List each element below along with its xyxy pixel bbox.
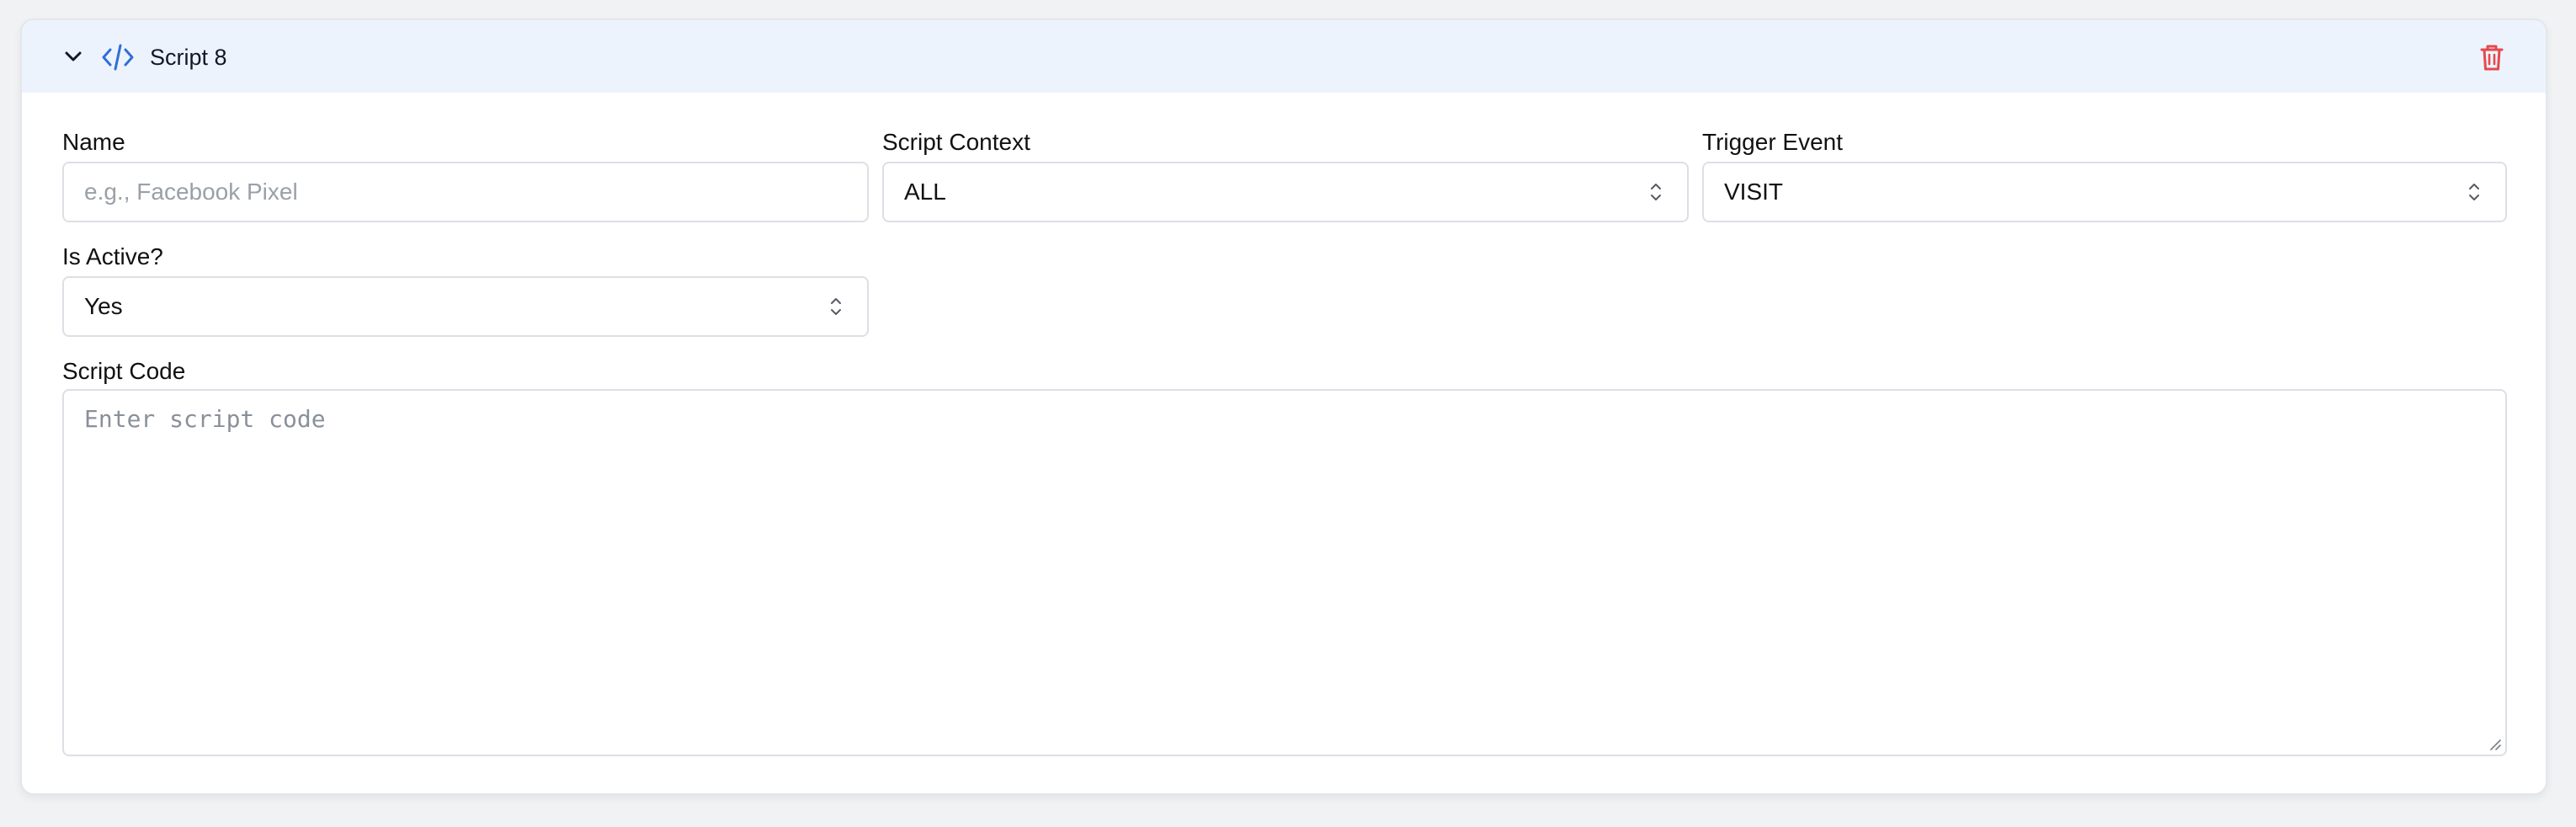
select-updown-icon: [2469, 184, 2479, 200]
script-title: Script 8: [150, 45, 227, 70]
select-updown-icon: [1651, 184, 1661, 200]
trigger-event-label: Trigger Event: [1702, 129, 1844, 155]
name-label: Name: [62, 129, 125, 155]
script-context-label: Script Context: [882, 129, 1030, 155]
resize-grip-icon[interactable]: [2487, 736, 2502, 751]
trash-icon[interactable]: [2475, 40, 2509, 74]
script-card: Script 8 Name e.g., Facebook Pixel Scrip…: [20, 19, 2547, 795]
select-updown-icon: [831, 298, 841, 315]
script-code-placeholder: Enter script code: [84, 405, 326, 433]
is-active-value: Yes: [84, 293, 123, 319]
chevron-down-icon[interactable]: [59, 42, 88, 71]
script-context-select[interactable]: ALL: [882, 162, 1689, 222]
is-active-select[interactable]: Yes: [62, 276, 869, 337]
script-context-value: ALL: [904, 179, 946, 205]
script-code-textarea[interactable]: Enter script code: [62, 389, 2507, 756]
trigger-event-value: VISIT: [1724, 179, 1784, 205]
script-card-header[interactable]: Script 8: [22, 20, 2546, 93]
name-input-placeholder: e.g., Facebook Pixel: [84, 179, 298, 205]
script-code-label: Script Code: [62, 358, 186, 384]
trigger-event-select[interactable]: VISIT: [1702, 162, 2507, 222]
is-active-label: Is Active?: [62, 243, 163, 269]
code-icon: [102, 44, 134, 71]
name-input[interactable]: e.g., Facebook Pixel: [62, 162, 869, 222]
